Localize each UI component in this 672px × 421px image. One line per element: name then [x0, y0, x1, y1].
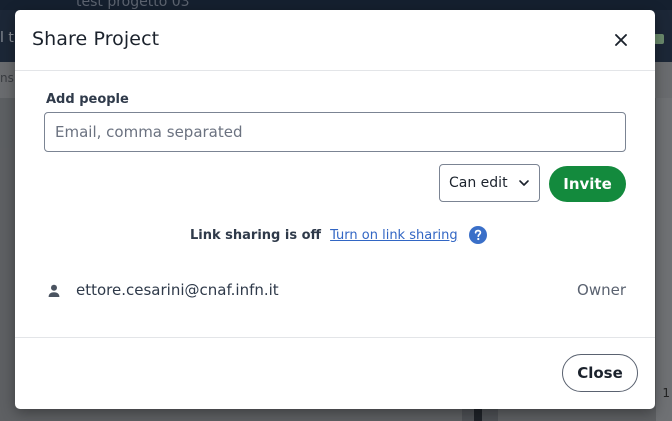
person-icon [46, 283, 62, 299]
member-email: ettore.cesarini@cnaf.infn.it [76, 281, 279, 299]
chevron-down-icon [517, 176, 531, 190]
invite-button[interactable]: Invite [549, 166, 626, 202]
close-button[interactable]: Close [562, 354, 638, 392]
member-row: ettore.cesarini@cnaf.infn.it Owner [46, 280, 626, 304]
share-project-dialog: Share Project Add people Can edit Invite… [15, 10, 655, 409]
member-role: Owner [577, 281, 626, 299]
add-people-label: Add people [46, 92, 129, 107]
background-right-fragment: 1 [662, 386, 670, 400]
link-sharing-status: Link sharing is off [190, 227, 322, 243]
background-right-strip [656, 98, 672, 421]
dialog-title: Share Project [32, 28, 160, 50]
permission-select[interactable]: Can edit [439, 164, 540, 202]
email-input[interactable] [44, 112, 626, 152]
permission-selected-label: Can edit [449, 175, 508, 191]
link-sharing-row: Link sharing is off Turn on link sharing [190, 224, 487, 246]
question-circle-icon[interactable] [468, 226, 487, 244]
background-bottom-block-dark [474, 408, 482, 421]
dialog-footer: Close [15, 337, 655, 409]
turn-on-link-sharing-link[interactable]: Turn on link sharing [330, 228, 458, 243]
background-indicator [654, 34, 664, 44]
background-project-name: test progetto 03 [76, 0, 190, 10]
dialog-header: Share Project [15, 10, 655, 71]
background-left-fragment: l t [0, 30, 14, 46]
close-icon[interactable] [610, 29, 632, 51]
